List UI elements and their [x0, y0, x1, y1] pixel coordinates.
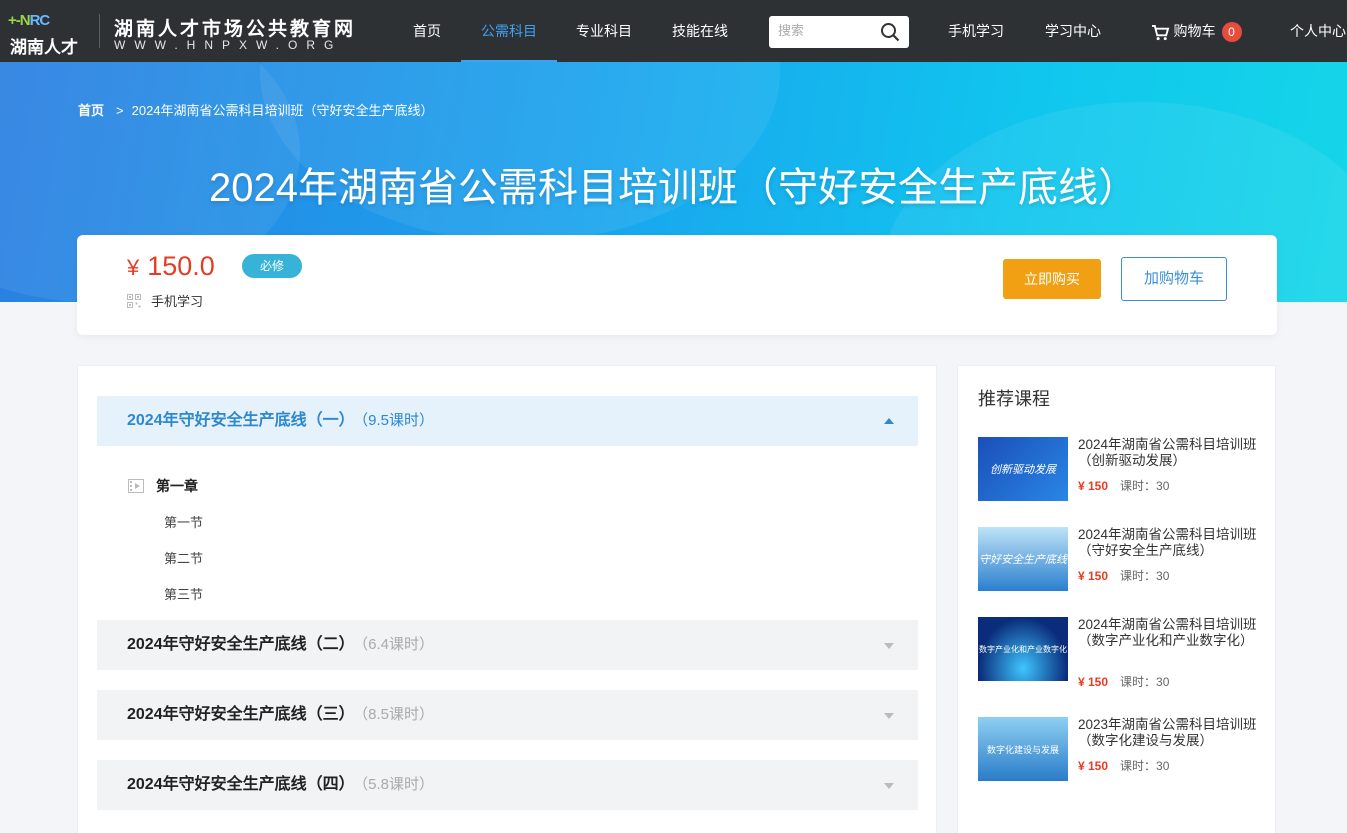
cart-label: 购物车	[1173, 23, 1216, 39]
required-badge: 必修	[242, 254, 302, 278]
section-hours: （8.5课时）	[360, 706, 434, 723]
expand-caret-icon	[884, 783, 894, 789]
cart-icon	[1151, 24, 1169, 40]
chapter-label: 第一章	[156, 478, 198, 494]
course-hours: 课时：30	[1120, 479, 1170, 493]
course-name: 2023年湖南省公需科目培训班（数字化建设与发展）	[1078, 717, 1257, 748]
course-thumbnail: 创新驱动发展	[978, 437, 1068, 501]
course-meta: ¥ 150 课时：30	[1078, 757, 1169, 774]
mobile-learning-label: 手机学习	[151, 294, 204, 309]
logo-divider	[99, 14, 100, 48]
breadcrumb-current: 2024年湖南省公需科目培训班（守好安全生产底线）	[131, 103, 434, 118]
course-thumbnail: 守好安全生产底线	[978, 527, 1068, 591]
top-navbar: +-NRC 湖南人才 湖南人才市场公共教育网 WWW.HNPXW.ORG 首页 …	[0, 0, 1347, 62]
nav-home[interactable]: 首页	[400, 0, 454, 62]
collapse-caret-icon	[884, 418, 894, 424]
course-price: ¥ 150	[1078, 569, 1109, 583]
recommended-course-item[interactable]: 数字产业化和产业数字化 2024年湖南省公需科目培训班（数字产业化和产业数字化）…	[978, 617, 1268, 689]
recommended-course-item[interactable]: 守好安全生产底线 2024年湖南省公需科目培训班（守好安全生产底线） ¥ 150…	[978, 527, 1268, 593]
page-title: 2024年湖南省公需科目培训班（守好安全生产底线）	[209, 166, 1138, 210]
expand-caret-icon	[884, 713, 894, 719]
buy-now-button[interactable]: 立即购买	[1003, 259, 1101, 299]
course-hours: 课时：30	[1120, 759, 1170, 773]
lesson-item[interactable]: 第一节	[164, 512, 203, 531]
course-hours: 课时：30	[1120, 569, 1170, 583]
search-icon[interactable]	[880, 22, 900, 42]
thumbnail-caption: 数字化建设与发展	[986, 744, 1059, 755]
recommended-courses-panel: 推荐课程 创新驱动发展 2024年湖南省公需科目培训班（创新驱动发展） ¥ 15…	[957, 365, 1276, 833]
lesson-item[interactable]: 第二节	[164, 548, 203, 567]
course-price: ¥ 150	[1078, 675, 1109, 689]
search-input[interactable]	[778, 23, 878, 38]
section-hours: （9.5课时）	[360, 412, 434, 429]
course-meta: ¥ 150 课时：30	[1078, 673, 1169, 690]
recommended-course-item[interactable]: 数字化建设与发展 2023年湖南省公需科目培训班（数字化建设与发展） ¥ 150…	[978, 717, 1268, 783]
course-thumbnail: 数字化建设与发展	[978, 717, 1068, 781]
nav-professional-subjects[interactable]: 专业科目	[568, 0, 640, 62]
breadcrumb: 首页 >2024年湖南省公需科目培训班（守好安全生产底线）	[78, 100, 434, 119]
section-header[interactable]: 2024年守好安全生产底线（二） （6.4课时）	[97, 620, 918, 670]
section-hours: （5.8课时）	[360, 776, 434, 793]
thumbnail-caption: 创新驱动发展	[990, 464, 1056, 476]
course-meta: ¥ 150 课时：30	[1078, 567, 1169, 584]
section-hours: （6.4课时）	[360, 636, 434, 653]
course-price: ¥ 150	[1078, 479, 1109, 493]
course-hours: 课时：30	[1120, 675, 1170, 689]
video-icon	[128, 479, 144, 493]
course-price: ¥ 150	[1078, 759, 1109, 773]
course-meta: ¥ 150 课时：30	[1078, 477, 1169, 494]
section-header[interactable]: 2024年守好安全生产底线（三） （8.5课时）	[97, 690, 918, 740]
course-thumbnail: 数字产业化和产业数字化	[978, 617, 1068, 681]
course-name: 2024年湖南省公需科目培训班（创新驱动发展）	[1078, 437, 1257, 468]
site-url: WWW.HNPXW.ORG	[114, 38, 343, 52]
cart-count-badge: 0	[1221, 22, 1242, 43]
site-logo[interactable]: +-NRC 湖南人才	[8, 12, 88, 57]
breadcrumb-separator: >	[116, 103, 124, 118]
site-title: 湖南人才市场公共教育网	[114, 19, 357, 40]
nav-cart[interactable]: 购物车 0	[1146, 0, 1246, 62]
price-value: 150.0	[147, 251, 215, 281]
expand-caret-icon	[884, 643, 894, 649]
breadcrumb-home[interactable]: 首页	[78, 103, 104, 118]
section-title: 2024年守好安全生产底线（三）	[127, 706, 355, 723]
mobile-learning-link[interactable]: 手机学习	[127, 291, 203, 310]
chapter-title[interactable]: 第一章	[128, 476, 198, 496]
nav-public-subjects[interactable]: 公需科目	[461, 0, 557, 62]
thumbnail-caption: 守好安全生产底线	[979, 554, 1067, 566]
section-title: 2024年守好安全生产底线（二）	[127, 636, 355, 653]
course-outline-panel: 2024年守好安全生产底线（一） （9.5课时） 第一章 第一节 第二节 第三节 …	[77, 365, 937, 833]
recommended-course-item[interactable]: 创新驱动发展 2024年湖南省公需科目培训班（创新驱动发展） ¥ 150 课时：3…	[978, 437, 1268, 503]
thumbnail-caption: 数字产业化和产业数字化	[979, 644, 1067, 654]
search-box	[769, 16, 909, 48]
course-purchase-card: ¥150.0 必修 手机学习 立即购买 加购物车	[77, 235, 1277, 335]
currency-symbol: ¥	[127, 255, 140, 280]
qr-code-icon	[127, 293, 141, 308]
section-header[interactable]: 2024年守好安全生产底线（四） （5.8课时）	[97, 760, 918, 810]
nav-mobile-learning[interactable]: 手机学习	[940, 0, 1012, 62]
course-name: 2024年湖南省公需科目培训班（数字产业化和产业数字化）	[1078, 617, 1257, 648]
recommended-title: 推荐课程	[978, 389, 1050, 409]
logo-name: 湖南人才	[10, 38, 78, 57]
section-header[interactable]: 2024年守好安全生产底线（一） （9.5课时）	[97, 396, 918, 446]
course-name: 2024年湖南省公需科目培训班（守好安全生产底线）	[1078, 527, 1257, 558]
lesson-item[interactable]: 第三节	[164, 584, 203, 603]
nav-profile[interactable]: 个人中心	[1282, 0, 1347, 62]
section-title: 2024年守好安全生产底线（一）	[127, 412, 355, 429]
nav-study-center[interactable]: 学习中心	[1037, 0, 1109, 62]
logo-mark: +-NRC	[8, 12, 50, 29]
course-price: ¥150.0	[127, 251, 215, 282]
add-to-cart-button[interactable]: 加购物车	[1121, 257, 1227, 301]
banner-decoration	[260, 62, 780, 242]
section-title: 2024年守好安全生产底线（四）	[127, 776, 355, 793]
nav-skills-online[interactable]: 技能在线	[664, 0, 736, 62]
